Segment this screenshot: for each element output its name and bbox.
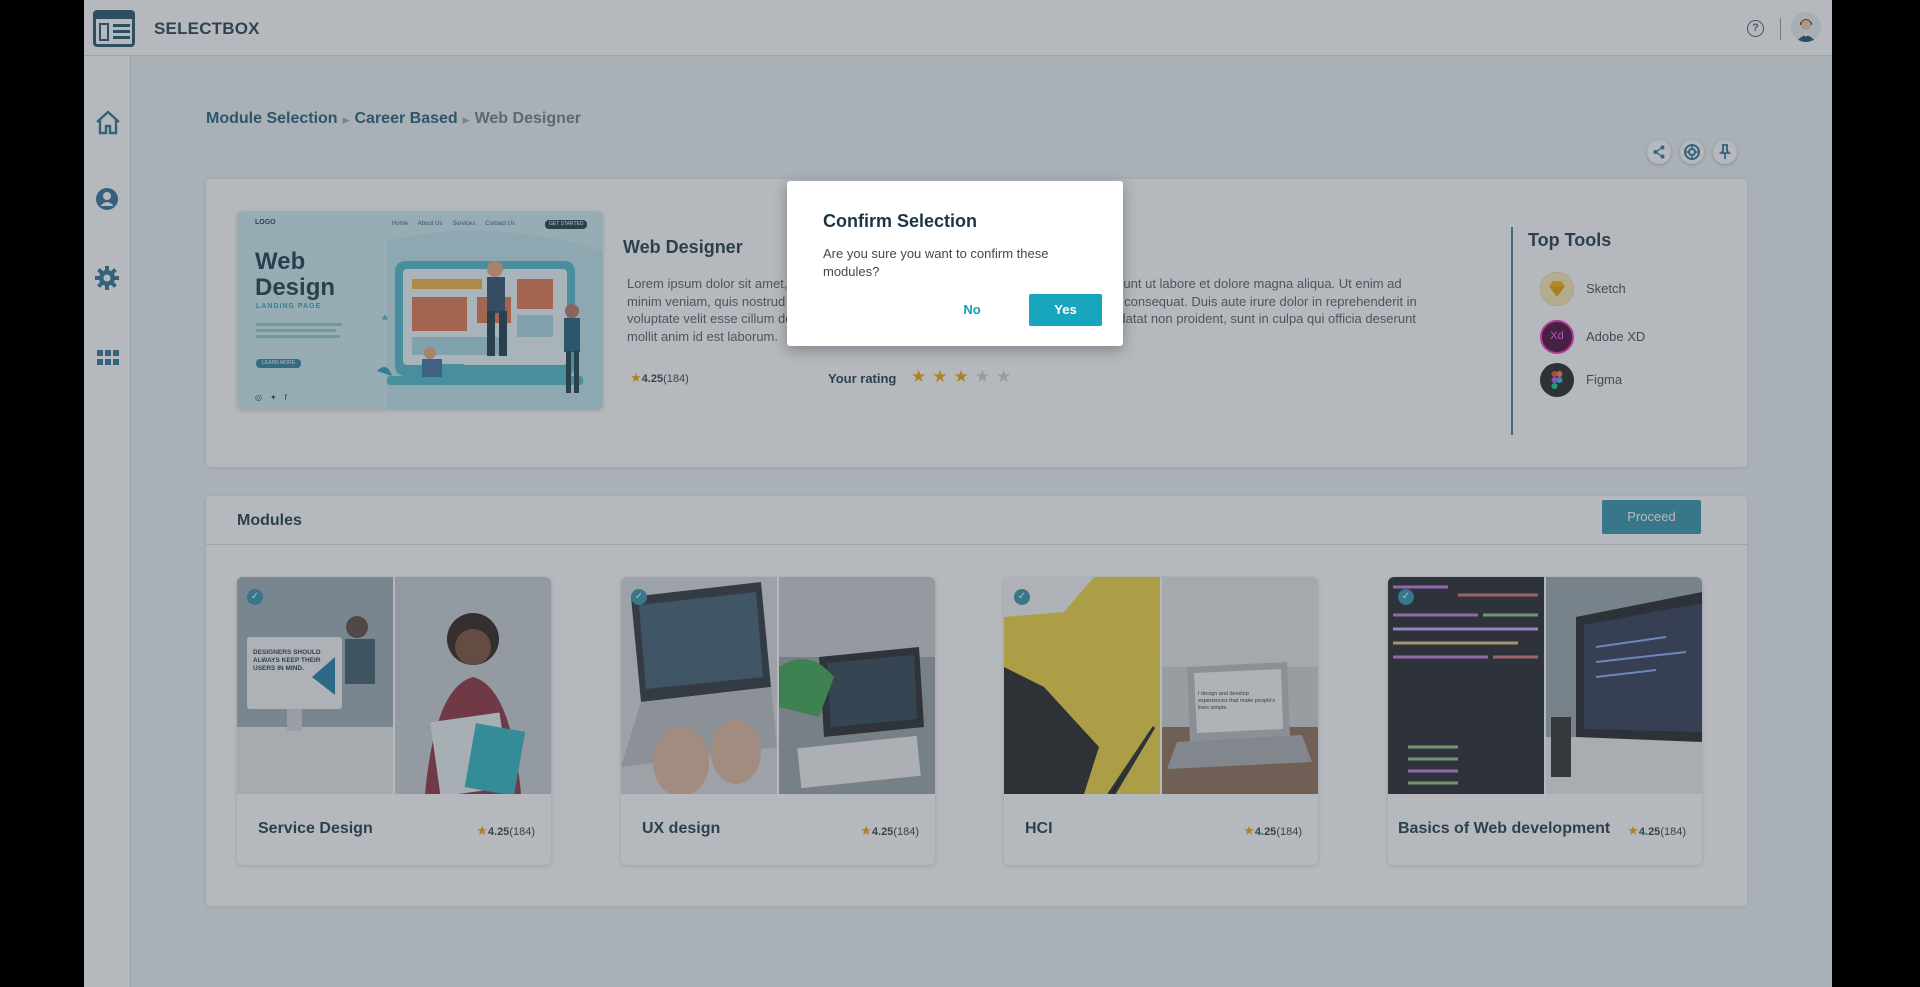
dialog-message: Are you sure you want to confirm these m… xyxy=(823,246,1049,279)
yes-button[interactable]: Yes xyxy=(1029,294,1102,326)
dialog-title: Confirm Selection xyxy=(823,211,978,231)
modal-backdrop[interactable] xyxy=(84,0,1832,987)
no-button[interactable]: No xyxy=(947,294,997,326)
app-frame: SELECTBOX ? Module Selection ▶ Career Ba… xyxy=(84,0,1832,987)
confirm-selection-dialog: Confirm Selection Are you sure you want … xyxy=(787,181,1123,346)
